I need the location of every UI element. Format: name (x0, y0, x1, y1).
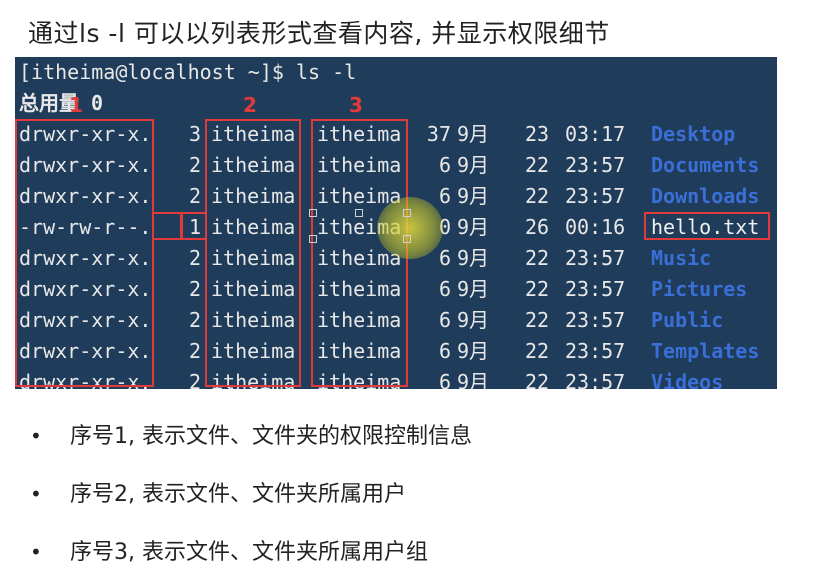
listing-time: 23:57 (565, 370, 626, 389)
annotation-number-1: 1 (69, 93, 83, 117)
listing-links: 2 (188, 153, 201, 177)
selection-handle (309, 209, 317, 217)
listing-time: 23:57 (565, 246, 626, 270)
listing-day: 22 (525, 184, 550, 208)
bullet-text: 序号3, 表示文件、文件夹所属用户组 (70, 540, 428, 565)
annotation-box-permissions (15, 119, 154, 387)
terminal-total: 总用量 0 (19, 91, 104, 115)
listing-size: 6 (438, 153, 451, 177)
listing-name: Public (651, 308, 724, 332)
listing-day: 22 (525, 308, 550, 332)
listing-month: 9月 (457, 122, 490, 146)
listing-name: Videos (651, 370, 724, 389)
bullet-item: • 序号1, 表示文件、文件夹的权限控制信息 (30, 418, 472, 450)
listing-size: 6 (438, 277, 451, 301)
listing-size: 37 (426, 122, 451, 146)
listing-time: 23:57 (565, 153, 626, 177)
listing-month: 9月 (457, 370, 490, 389)
bullet-text: 序号2, 表示文件、文件夹所属用户 (70, 482, 406, 507)
bullet-text: 序号1, 表示文件、文件夹的权限控制信息 (70, 424, 472, 449)
terminal-window: [itheima@localhost ~]$ ls -l 总用量 0 drwxr… (15, 57, 777, 389)
listing-name: Pictures (651, 277, 748, 301)
listing-size: 6 (438, 339, 451, 363)
selection-handle (355, 209, 363, 217)
listing-month: 9月 (457, 339, 490, 363)
listing-day: 22 (525, 339, 550, 363)
listing-month: 9月 (457, 246, 490, 270)
bullet-marker: • (30, 482, 42, 506)
listing-day: 22 (525, 246, 550, 270)
listing-month: 9月 (457, 153, 490, 177)
bullet-marker: • (30, 540, 42, 564)
annotation-box-owner (205, 119, 301, 387)
annotation-box-hello-name (644, 212, 770, 240)
listing-month: 9月 (457, 184, 490, 208)
listing-day: 23 (525, 122, 550, 146)
listing-day: 26 (525, 215, 550, 239)
annotation-box-hello-row (181, 212, 207, 240)
cursor-highlight (377, 197, 443, 259)
bullet-item: • 序号2, 表示文件、文件夹所属用户 (30, 476, 406, 508)
listing-time: 23:57 (565, 184, 626, 208)
annotation-box-hello-permissions (152, 212, 182, 240)
listing-name: Music (651, 246, 712, 270)
listing-day: 22 (525, 153, 550, 177)
listing-links: 3 (188, 122, 201, 146)
listing-day: 22 (525, 370, 550, 389)
listing-time: 03:17 (565, 122, 626, 146)
listing-time: 00:16 (565, 215, 626, 239)
listing-time: 23:57 (565, 339, 626, 363)
listing-size: 6 (438, 370, 451, 389)
listing-links: 2 (188, 246, 201, 270)
bullet-marker: • (30, 424, 42, 448)
slide-title: 通过ls -l 可以以列表形式查看内容, 并显示权限细节 (28, 19, 610, 48)
bullet-item: • 序号3, 表示文件、文件夹所属用户组 (30, 534, 428, 566)
listing-name: Documents (651, 153, 760, 177)
listing-links: 2 (188, 184, 201, 208)
listing-day: 22 (525, 277, 550, 301)
listing-links: 2 (188, 277, 201, 301)
listing-name: Templates (651, 339, 760, 363)
listing-time: 23:57 (565, 308, 626, 332)
annotation-number-3: 3 (349, 93, 363, 117)
listing-name: Desktop (651, 122, 736, 146)
listing-links: 2 (188, 339, 201, 363)
selection-handle (403, 209, 411, 217)
listing-time: 23:57 (565, 277, 626, 301)
listing-month: 9月 (457, 215, 490, 239)
listing-name: Downloads (651, 184, 760, 208)
listing-links: 2 (188, 370, 201, 389)
selection-handle (309, 235, 317, 243)
listing-size: 6 (438, 308, 451, 332)
listing-month: 9月 (457, 308, 490, 332)
terminal-prompt: [itheima@localhost ~]$ ls -l (19, 60, 357, 84)
annotation-number-2: 2 (243, 93, 257, 117)
listing-links: 2 (188, 308, 201, 332)
listing-month: 9月 (457, 277, 490, 301)
selection-handle (403, 235, 411, 243)
